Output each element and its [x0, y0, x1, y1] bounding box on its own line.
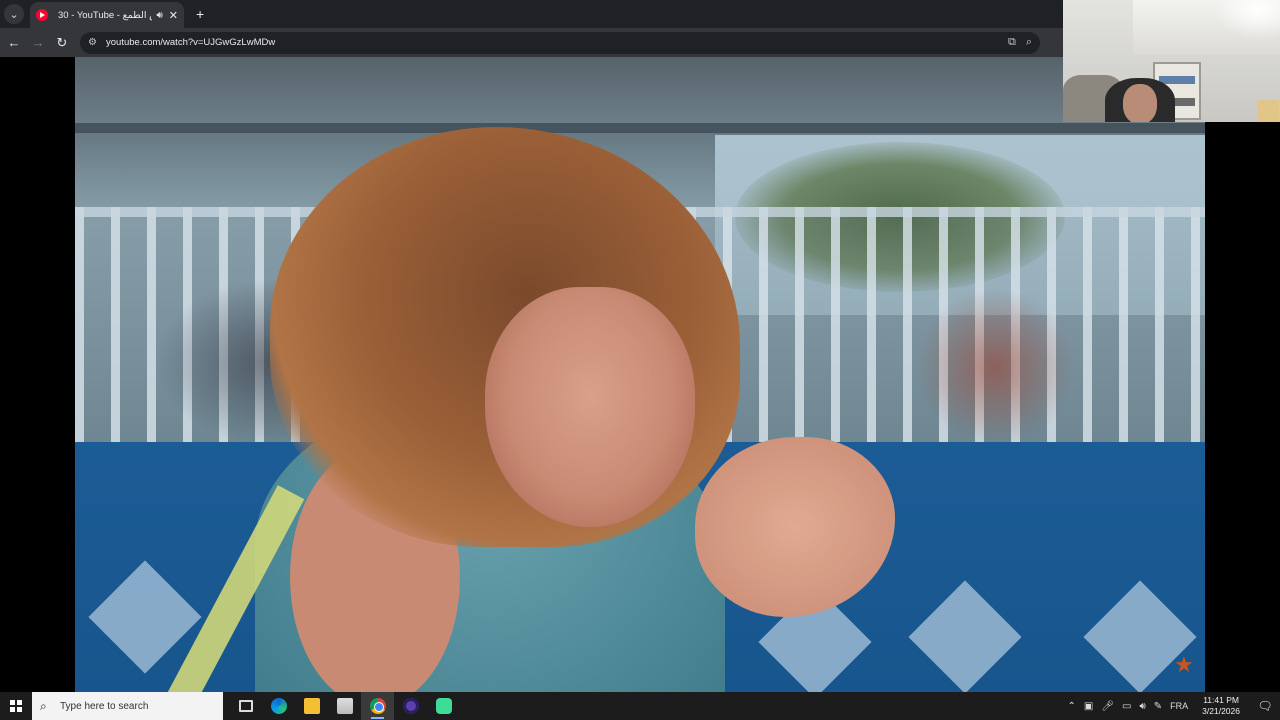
reload-icon[interactable]: ↻	[50, 35, 74, 51]
new-tab-button[interactable]: +	[196, 6, 204, 22]
microphone-icon[interactable]: 🎤︎	[1101, 701, 1114, 712]
tab-search-menu-button[interactable]: ⌄	[4, 4, 24, 24]
windows-taskbar: ⌕ Type here to search ⌃ ▣ 🎤︎ ▭ 🔊︎ ✎ FRA …	[0, 692, 1280, 720]
search-icon: ⌕	[40, 698, 47, 713]
url-text[interactable]: youtube.com/watch?v=UJGwGzLwMDw	[106, 37, 998, 48]
chevron-down-icon: ⌄	[9, 8, 19, 21]
install-app-icon[interactable]: ⧉	[1008, 36, 1016, 49]
start-button[interactable]	[0, 692, 32, 720]
taskbar-apps	[229, 692, 460, 720]
scene-people	[915, 287, 1075, 447]
file-explorer-button[interactable]	[295, 692, 328, 720]
address-bar[interactable]: ⚙ youtube.com/watch?v=UJGwGzLwMDw ⧉ ⌕	[80, 31, 1040, 54]
device-icon[interactable]: ▣	[1084, 701, 1093, 712]
taskbar-search-box[interactable]: ⌕ Type here to search	[32, 692, 223, 720]
speaker-icon[interactable]: 🔊︎	[156, 10, 162, 21]
webcam-overlay	[1063, 0, 1280, 122]
chrome-button[interactable]	[361, 692, 394, 720]
notification-icon[interactable]: 🗨︎	[1254, 699, 1276, 713]
volume-icon[interactable]: 🔊︎	[1139, 701, 1145, 712]
windows-logo-icon	[10, 700, 22, 712]
chrome-icon	[369, 698, 386, 714]
webcam-face	[1123, 84, 1157, 122]
search-placeholder: Type here to search	[60, 700, 149, 712]
browser-tabstrip: ⌄ 30 - YouTube - عش الطمع 🔊︎ ✕ +	[0, 0, 1063, 28]
scene-beam	[75, 123, 1205, 133]
youtube-favicon-icon	[36, 9, 48, 21]
folder-icon	[303, 698, 320, 714]
app-icon	[435, 698, 452, 714]
site-info-icon[interactable]: ⚙	[88, 37, 102, 48]
obs-icon	[402, 698, 419, 714]
chevron-up-icon[interactable]: ⌃	[1067, 701, 1075, 712]
zoom-icon[interactable]: ⌕	[1026, 36, 1032, 49]
clock[interactable]: 11:41 PM 3/21/2026	[1198, 695, 1244, 717]
edge-button[interactable]	[262, 692, 295, 720]
clock-time: 11:41 PM	[1203, 695, 1239, 705]
edge-icon	[270, 698, 287, 714]
tab-youtube[interactable]: 30 - YouTube - عش الطمع 🔊︎ ✕	[30, 2, 184, 28]
webcam-board	[1257, 100, 1279, 122]
clock-date: 3/21/2026	[1202, 706, 1240, 716]
scene-roof	[75, 57, 1205, 132]
task-view-icon	[238, 700, 253, 712]
network-icon[interactable]: ▭	[1122, 701, 1131, 712]
obs-button[interactable]	[394, 692, 427, 720]
tab-title: 30 - YouTube - عش الطمع	[58, 9, 152, 21]
screen: ⌄ 30 - YouTube - عش الطمع 🔊︎ ✕ + ← → ↻ ⚙…	[0, 0, 1280, 720]
app-button[interactable]	[427, 692, 460, 720]
browser-toolbar: ← → ↻ ⚙ youtube.com/watch?v=UJGwGzLwMDw …	[0, 28, 1063, 57]
back-arrow-icon[interactable]: ←	[2, 35, 26, 50]
store-button[interactable]	[328, 692, 361, 720]
channel-logo-icon: ★	[1174, 652, 1194, 677]
pen-icon[interactable]: ✎	[1154, 701, 1162, 712]
store-icon	[336, 698, 353, 714]
language-indicator[interactable]: FRA	[1170, 701, 1188, 711]
task-view-button[interactable]	[229, 692, 262, 720]
close-icon[interactable]: ✕	[169, 9, 178, 22]
system-tray: ⌃ ▣ 🎤︎ ▭ 🔊︎ ✎ FRA 11:41 PM 3/21/2026 🗨︎	[1063, 695, 1280, 717]
video-player[interactable]: ★	[75, 57, 1205, 692]
scene-woman-face	[485, 287, 695, 527]
forward-arrow-icon[interactable]: →	[26, 35, 50, 50]
